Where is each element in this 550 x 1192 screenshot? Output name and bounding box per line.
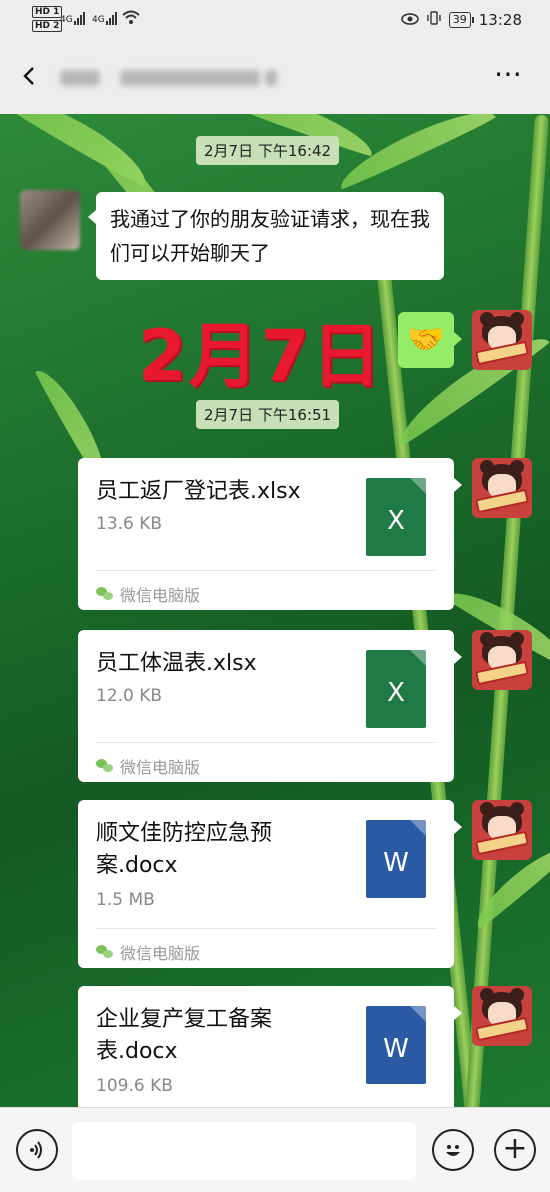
file-size: 12.0 KB <box>96 686 163 706</box>
clock: 13:28 <box>478 11 522 29</box>
word-file-icon: W <box>366 1006 426 1084</box>
excel-file-icon: X <box>366 650 426 728</box>
file-size: 13.6 KB <box>96 514 163 534</box>
wechat-icon <box>96 587 114 601</box>
wifi-icon <box>122 10 140 30</box>
timestamp: 2月7日 下午16:42 <box>196 136 340 165</box>
handshake-emoji-bubble[interactable]: 🤝 <box>398 312 462 368</box>
battery-icon: 39 <box>448 12 474 28</box>
avatar[interactable] <box>472 310 532 370</box>
file-size: 1.5 MB <box>96 890 155 910</box>
message-bubble[interactable]: 我通过了你的朋友验证请求，现在我们可以开始聊天了 <box>88 192 444 280</box>
file-source: 微信电脑版 <box>96 940 200 964</box>
network-type-2: 4G <box>92 15 105 25</box>
chat-area[interactable]: 2月7日 下午16:42 我通过了你的朋友验证请求，现在我们可以开始聊天了 2月… <box>0 114 550 1107</box>
file-source-label: 微信电脑版 <box>120 586 201 605</box>
voice-icon <box>30 1141 42 1159</box>
file-size: 109.6 KB <box>96 1076 173 1096</box>
smiley-icon <box>446 1145 460 1156</box>
avatar[interactable] <box>472 458 532 518</box>
chat-header: ⋯ <box>0 42 550 114</box>
excel-file-icon: X <box>366 478 426 556</box>
file-message[interactable]: 企业复产复工备案表.docx 109.6 KB W <box>78 986 462 1107</box>
input-bar: + <box>0 1107 550 1192</box>
chat-title-blurred <box>60 64 280 92</box>
status-bar: HD 1 HD 2 4G 4G 39 13:28 <box>0 0 550 42</box>
voice-button[interactable] <box>16 1129 58 1171</box>
message-input[interactable] <box>72 1122 416 1180</box>
network-type-1: 4G <box>60 15 73 25</box>
date-sticker: 2月7日 <box>138 315 384 397</box>
emoji-button[interactable] <box>432 1129 474 1171</box>
file-source-label: 微信电脑版 <box>120 944 201 963</box>
file-name: 企业复产复工备案表.docx <box>96 1007 273 1064</box>
avatar[interactable] <box>20 190 80 250</box>
wechat-icon <box>96 945 114 959</box>
back-icon[interactable] <box>18 64 44 90</box>
signal-icon-2: 4G <box>92 12 117 25</box>
file-source: 微信电脑版 <box>96 582 200 606</box>
hd-indicators: HD 1 HD 2 <box>32 6 63 34</box>
file-name: 顺文佳防控应急预案.docx <box>96 821 273 878</box>
avatar[interactable] <box>472 800 532 860</box>
avatar[interactable] <box>472 630 532 690</box>
status-right: 39 13:28 <box>400 11 522 29</box>
eye-icon <box>400 11 419 29</box>
avatar[interactable] <box>472 986 532 1046</box>
more-icon[interactable]: ⋯ <box>494 60 524 88</box>
file-name: 员工返厂登记表.xlsx <box>96 479 301 504</box>
file-source: 微信电脑版 <box>96 754 200 778</box>
plus-button[interactable]: + <box>494 1129 536 1171</box>
file-message[interactable]: 员工体温表.xlsx 12.0 KB X 微信电脑版 <box>78 630 462 782</box>
word-file-icon: W <box>366 820 426 898</box>
wechat-icon <box>96 759 114 773</box>
hd2-badge: HD 2 <box>32 20 63 32</box>
file-name: 员工体温表.xlsx <box>96 651 257 676</box>
timestamp: 2月7日 下午16:51 <box>196 400 340 429</box>
signal-icon-1: 4G <box>60 12 85 25</box>
file-message[interactable]: 顺文佳防控应急预案.docx 1.5 MB W 微信电脑版 <box>78 800 462 968</box>
file-source-label: 微信电脑版 <box>120 758 201 777</box>
hd1-badge: HD 1 <box>32 6 63 18</box>
file-message[interactable]: 员工返厂登记表.xlsx 13.6 KB X 微信电脑版 <box>78 458 462 610</box>
vibrate-icon <box>427 11 441 29</box>
